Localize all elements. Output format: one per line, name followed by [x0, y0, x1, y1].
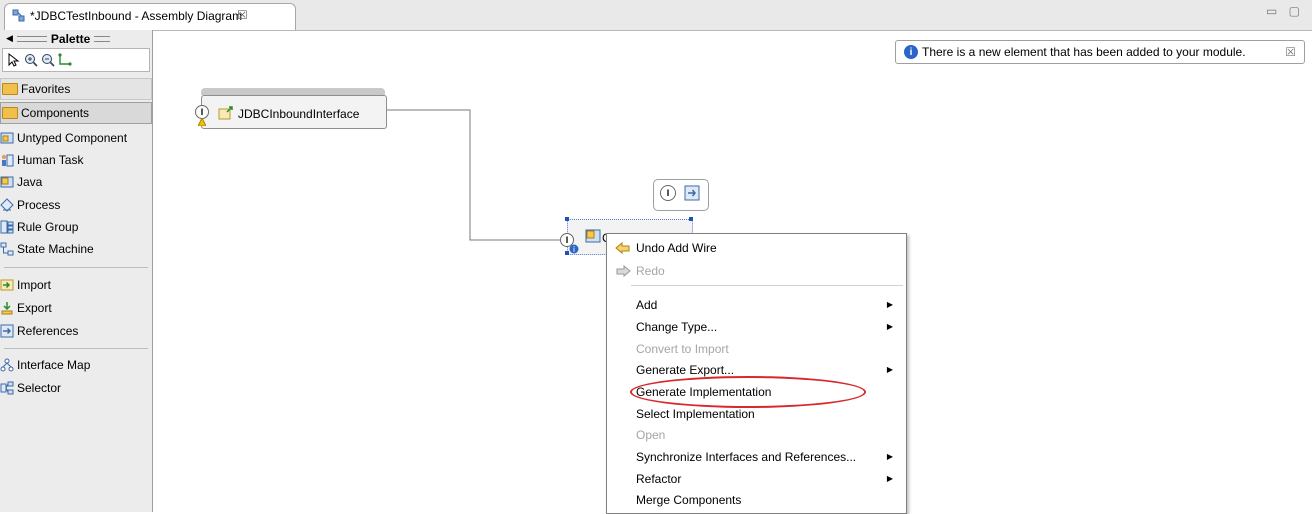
menu-item-label: Synchronize Interfaces and References... — [636, 449, 857, 464]
menu-item-merge-components[interactable]: Merge Components — [607, 489, 906, 510]
export-node-header — [201, 88, 385, 95]
menu-item-label: Convert to Import — [636, 341, 729, 356]
submenu-arrow-icon: ▶ — [886, 322, 893, 331]
redo-icon — [615, 264, 631, 278]
add-interface-icon[interactable]: I — [660, 185, 676, 201]
menu-item-label: Merge Components — [636, 492, 742, 507]
undo-icon — [615, 241, 631, 255]
menu-item-label: Change Type... — [636, 319, 718, 334]
interface-badge-icon[interactable]: I — [195, 105, 209, 119]
menu-item-change-type[interactable]: Change Type... ▶ — [607, 316, 906, 337]
menu-item-label: Select Implementation — [636, 406, 755, 421]
menu-item-add[interactable]: Add ▶ — [607, 294, 906, 315]
menu-item-undo-add-wire[interactable]: Undo Add Wire — [607, 237, 906, 258]
context-menu: Undo Add Wire Redo Add ▶ Change Type... … — [606, 233, 907, 514]
menu-item-label: Open — [636, 427, 666, 442]
info-icon: i — [569, 244, 579, 254]
submenu-arrow-icon: ▶ — [886, 474, 893, 483]
submenu-arrow-icon: ▶ — [886, 300, 893, 309]
menu-separator — [631, 285, 903, 286]
menu-item-refactor[interactable]: Refactor ▶ — [607, 468, 906, 489]
warning-icon — [198, 118, 206, 126]
java-component-icon — [585, 229, 601, 243]
menu-item-label: Generate Export... — [636, 362, 735, 377]
export-icon — [218, 106, 233, 120]
selection-handle[interactable] — [689, 217, 693, 221]
menu-item-synchronize-interfaces[interactable]: Synchronize Interfaces and References...… — [607, 446, 906, 467]
menu-item-convert-to-import[interactable]: Convert to Import — [607, 338, 906, 359]
export-node-label: JDBCInboundInterface — [238, 107, 360, 121]
menu-item-label: Undo Add Wire — [636, 240, 717, 255]
svg-text:i: i — [573, 245, 575, 254]
submenu-arrow-icon: ▶ — [886, 452, 893, 461]
add-reference-icon[interactable] — [684, 185, 700, 201]
menu-item-label: Refactor — [636, 471, 682, 486]
menu-item-redo[interactable]: Redo — [607, 260, 906, 281]
menu-item-open[interactable]: Open — [607, 424, 906, 445]
menu-item-label: Add — [636, 297, 658, 312]
submenu-arrow-icon: ▶ — [886, 365, 893, 374]
highlight-ellipse — [630, 376, 866, 408]
menu-item-label: Redo — [636, 263, 665, 278]
wire[interactable] — [385, 109, 562, 241]
selection-handle[interactable] — [565, 217, 569, 221]
